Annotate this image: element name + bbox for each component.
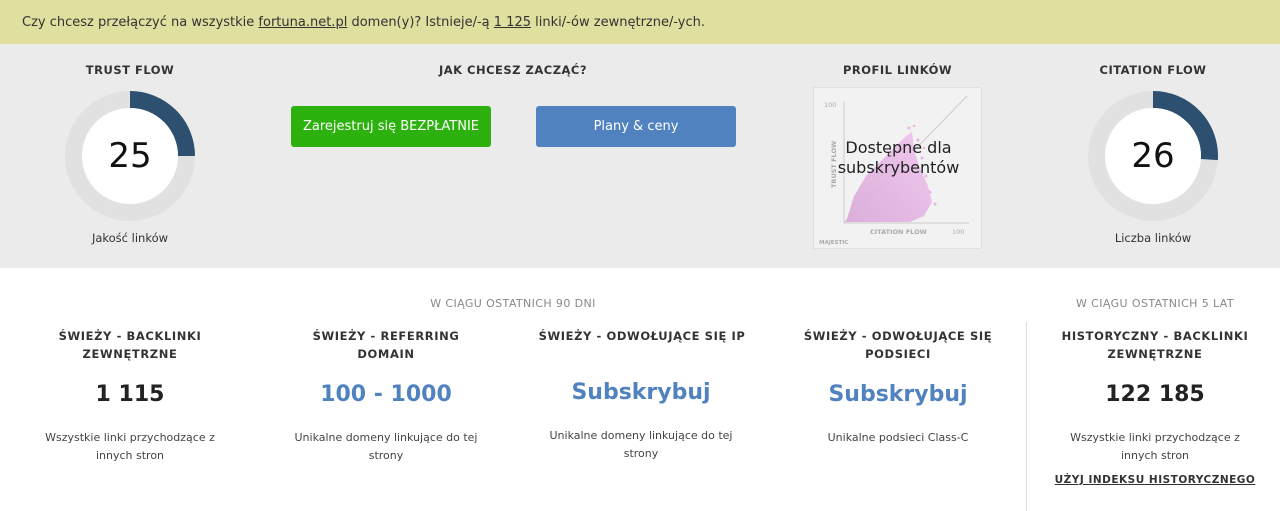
profile-x-tick: 100 [952, 228, 964, 236]
trust-flow-gauge: 25 [65, 91, 195, 221]
link-profile-title: PROFIL LINKÓW [842, 63, 953, 77]
stat-subnets-title: ŚWIEŻY - ODWOŁUJĄCE SIĘ PODSIECI [803, 329, 993, 361]
section-divider [1026, 322, 1027, 511]
stat-referring-domains-title: ŚWIEŻY - REFERRING DOMAIN [312, 329, 460, 361]
banner-domain-link[interactable]: fortuna.net.pl [258, 15, 347, 30]
stat-fresh-backlinks-desc: Wszystkie linki przychodzące z innych st… [45, 431, 215, 462]
plans-pricing-button[interactable]: Plany & ceny [536, 106, 736, 147]
stat-fresh-backlinks-value: 1 115 [95, 382, 165, 407]
link-profile-preview[interactable]: 100 100 CITATION FLOW TRUST FLOW MAJESTI… [813, 87, 982, 249]
banner-count-link[interactable]: 1 125 [494, 15, 531, 30]
stat-referring-domains-desc: Unikalne domeny linkujące do tej strony [294, 431, 478, 462]
stat-referring-ips-desc: Unikalne domeny linkujące do tej strony [549, 429, 733, 460]
stat-subnets-desc: Unikalne podsieci Class-C [827, 431, 969, 444]
stat-fresh-backlinks-title: ŚWIEŻY - BACKLINKI ZEWNĘTRZNE [58, 329, 202, 361]
stat-referring-domains-value: 100 - 1000 [320, 382, 452, 407]
stat-referring-ips-title: ŚWIEŻY - ODWOŁUJĄCE SIĘ IP [538, 329, 746, 343]
trust-flow-value: 25 [108, 136, 152, 176]
domain-switch-banner: Czy chcesz przełączyć na wszystkie fortu… [0, 0, 1280, 44]
stat-subnets-subscribe-link[interactable]: Subskrybuj [798, 382, 998, 407]
banner-prefix: Czy chcesz przełączyć na wszystkie [22, 15, 255, 30]
citation-flow-value: 26 [1131, 136, 1175, 176]
stat-historic-backlinks-title: HISTORYCZNY - BACKLINKI ZEWNĘTRZNE [1061, 329, 1249, 361]
banner-middle: domen(y)? Istnieje/-ą [351, 15, 490, 30]
start-title: JAK CHCESZ ZACZĄĆ? [438, 63, 588, 77]
citation-flow-title: CITATION FLOW [1099, 63, 1207, 77]
profile-y-tick: 100 [824, 101, 836, 109]
majestic-watermark: MAJESTIC [819, 240, 848, 246]
register-free-button[interactable]: Zarejestruj się BEZPŁATNIE [291, 106, 491, 147]
trust-flow-caption: Jakość linków [91, 231, 169, 245]
subscribers-only-overlay: Dostępne dla subskrybentów [814, 138, 981, 178]
overlay-line-1: Dostępne dla [845, 138, 952, 157]
stat-historic-backlinks-desc: Wszystkie linki przychodzące z innych st… [1070, 431, 1240, 462]
banner-suffix: linki/-ów zewnętrzne/-ych. [535, 15, 706, 30]
stat-referring-ips-subscribe-link[interactable]: Subskrybuj [541, 380, 741, 405]
use-historic-index-link[interactable]: UŻYJ INDEKSU HISTORYCZNEGO [1050, 474, 1260, 486]
trust-flow-title: TRUST FLOW [85, 63, 175, 77]
stat-historic-backlinks-value: 122 185 [1105, 382, 1205, 407]
overlay-line-2: subskrybentów [837, 158, 960, 177]
citation-flow-gauge: 26 [1088, 91, 1218, 221]
citation-flow-caption: Liczba linków [1114, 231, 1192, 245]
profile-x-label: CITATION FLOW [870, 228, 927, 236]
recent-period-heading: W CIĄGU OSTATNICH 90 DNI [430, 297, 596, 310]
historic-period-heading: W CIĄGU OSTATNICH 5 LAT [1076, 297, 1234, 310]
summary-panel: TRUST FLOW 25 Jakość linków JAK CHCESZ Z… [0, 44, 1280, 268]
